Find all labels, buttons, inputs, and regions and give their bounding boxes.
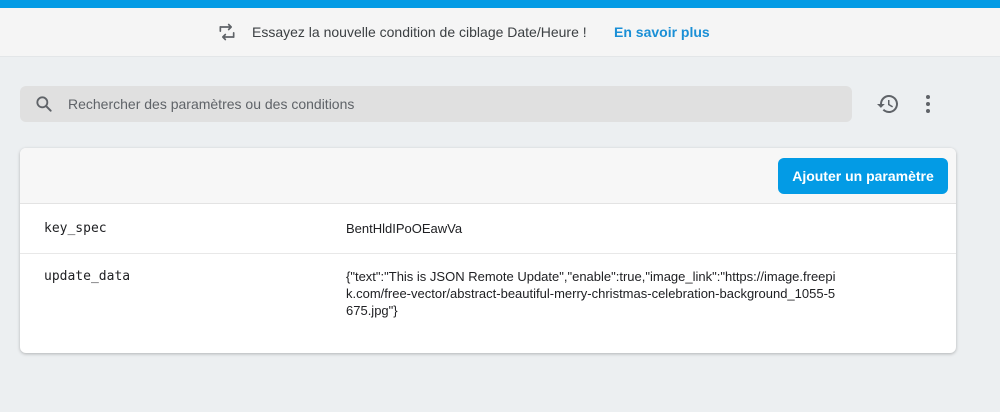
more-vert-icon[interactable] [916, 92, 940, 116]
announcement-banner: Essayez la nouvelle condition de ciblage… [0, 8, 1000, 57]
parameter-key: update_data [44, 269, 131, 284]
add-parameter-button[interactable]: Ajouter un paramètre [778, 158, 948, 194]
parameter-value: BentHldIPoOEawVa [346, 221, 463, 236]
banner-message: Essayez la nouvelle condition de ciblage… [252, 24, 587, 40]
learn-more-link[interactable]: En savoir plus [614, 23, 710, 41]
card-header: Ajouter un paramètre [20, 148, 956, 204]
parameter-row[interactable]: update_data {"text":"This is JSON Remote… [20, 254, 956, 353]
search-input[interactable] [68, 86, 838, 122]
parameter-row[interactable]: key_spec BentHldIPoOEawVa [20, 204, 956, 254]
history-icon[interactable] [876, 92, 900, 116]
top-accent-bar [0, 0, 1000, 8]
swap-arrows-icon [219, 23, 235, 41]
parameter-value: {"text":"This is JSON Remote Update","en… [346, 269, 836, 318]
parameter-key: key_spec [44, 221, 107, 236]
search-bar[interactable] [20, 86, 852, 122]
search-icon [36, 96, 52, 112]
parameters-card: Ajouter un paramètre key_spec BentHldIPo… [20, 148, 956, 353]
